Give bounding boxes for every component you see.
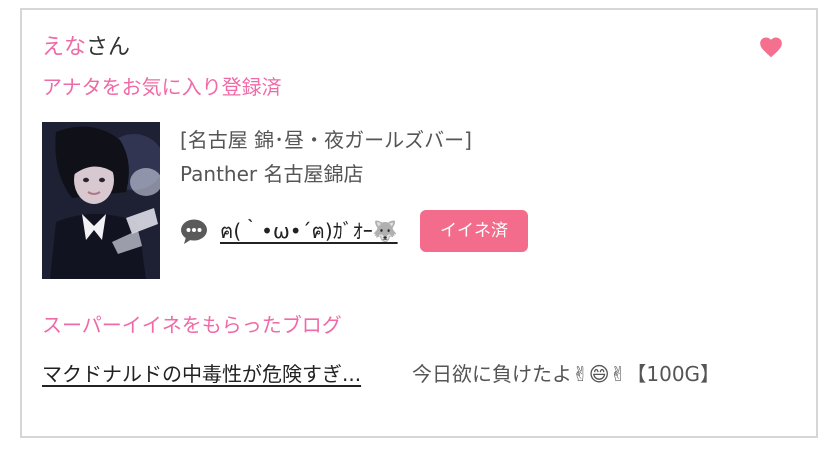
girl-name-row[interactable]: えなさん (42, 34, 130, 62)
speech-bubble-icon (180, 217, 208, 245)
girl-photo[interactable] (42, 122, 160, 279)
shop-genre: [名古屋 錦･昼・夜ガールズバー] (180, 128, 472, 152)
shop-info: [名古屋 錦･昼・夜ガールズバー] Panther 名古屋錦店 (180, 126, 472, 188)
girl-card: えなさん アナタをお気に入り登録済 [名古屋 錦･昼・夜ガールズバー] Pant… (20, 8, 818, 438)
comment-link[interactable]: ฅ(｀•ω•´ฅ)ｶﾞｵｰ🐺 (220, 215, 398, 247)
heart-icon[interactable] (758, 34, 784, 60)
shop-name[interactable]: Panther 名古屋錦店 (180, 160, 472, 188)
blog-link[interactable]: マクドナルドの中毒性が危険すぎ... (42, 358, 382, 390)
ine-done-button[interactable]: イイネ済 (420, 210, 528, 252)
super-ine-blog-heading: スーパーイイネをもらったブログ (42, 313, 342, 337)
favorite-status: アナタをお気に入り登録済 (42, 75, 282, 99)
comment-row: ฅ(｀•ω•´ฅ)ｶﾞｵｰ🐺 (180, 214, 398, 248)
blog-title: 今日欲に負けたよ✌😄✌【100G】 (412, 362, 721, 386)
girl-name[interactable]: えな (42, 35, 86, 60)
girl-name-suffix: さん (86, 35, 131, 60)
